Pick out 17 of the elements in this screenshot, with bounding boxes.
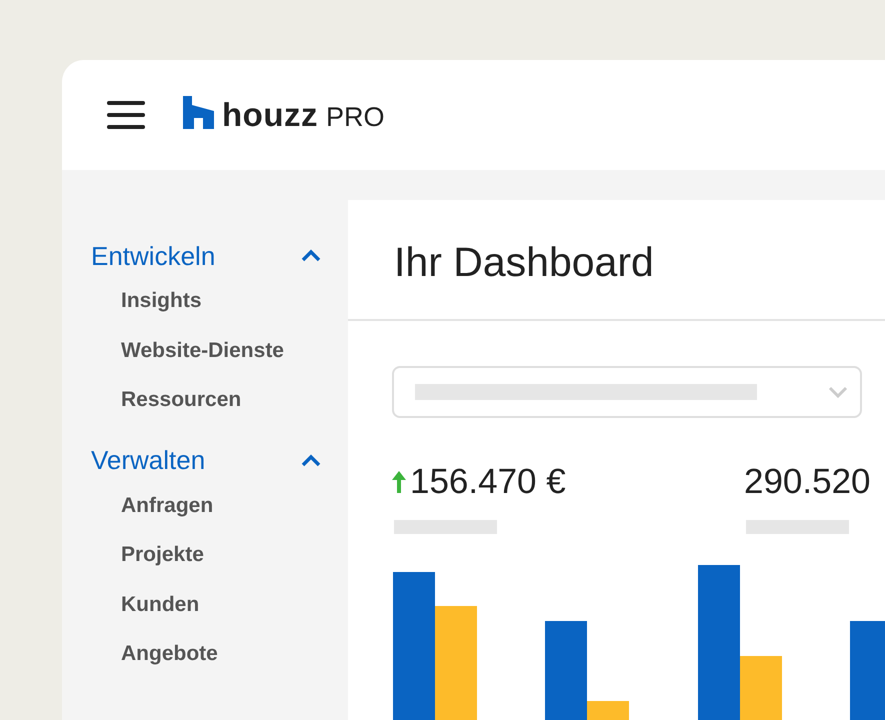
sidebar-item[interactable]: Angebote	[121, 629, 218, 678]
sidebar-item[interactable]: Kunden	[121, 580, 200, 629]
chevron-down-icon	[828, 386, 848, 398]
sidebar-item[interactable]: Website-Dienste	[121, 326, 284, 375]
logo-wordmark: houzz	[222, 96, 318, 134]
logo-suffix: PRO	[326, 102, 384, 133]
menu-icon[interactable]	[107, 101, 145, 129]
sidebar-item[interactable]: Anfragen	[121, 480, 214, 530]
sidebar-item[interactable]: Projekte	[121, 530, 204, 580]
section-title[interactable]: Verwalten	[91, 445, 206, 476]
stat-value: 290.520	[744, 462, 871, 502]
sidebar-item[interactable]: Insights	[121, 276, 202, 326]
stat-value: 156.470 €	[410, 462, 566, 502]
logo-icon	[183, 96, 214, 128]
sidebar-item[interactable]: Ressourcen	[121, 375, 242, 424]
page-title: Ihr Dashboard	[348, 200, 885, 321]
section-title[interactable]: Entwickeln	[91, 240, 216, 272]
